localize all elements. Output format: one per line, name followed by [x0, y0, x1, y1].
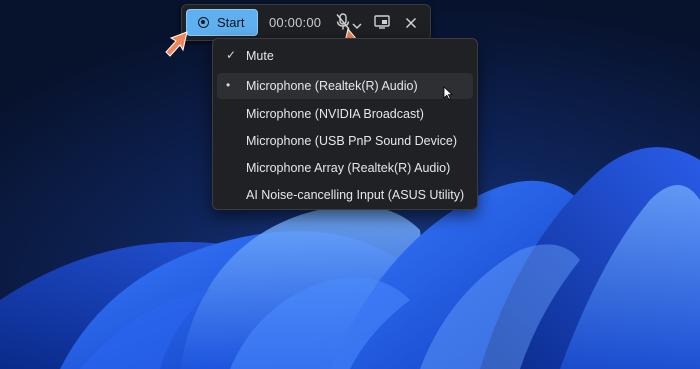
menu-item-microphone[interactable]: Microphone (USB PnP Sound Device): [217, 128, 473, 154]
menu-item-mute[interactable]: ✓ Mute: [217, 43, 473, 69]
recording-timer: 00:00:00: [269, 15, 322, 30]
menu-item-microphone[interactable]: AI Noise-cancelling Input (ASUS Utility): [217, 182, 473, 208]
selected-dot-icon: •: [226, 78, 231, 92]
menu-item-label: Microphone (Realtek(R) Audio): [246, 79, 418, 93]
start-recording-button[interactable]: Start: [186, 9, 258, 36]
snipping-toolbar: Start 00:00:00: [181, 4, 431, 41]
menu-item-microphone[interactable]: • Microphone (Realtek(R) Audio): [217, 73, 473, 99]
start-label: Start: [217, 15, 245, 30]
record-icon: [198, 17, 209, 28]
mouse-cursor-icon: [443, 86, 454, 105]
checkmark-icon: ✓: [226, 48, 237, 62]
menu-item-label: Microphone (USB PnP Sound Device): [246, 134, 457, 148]
menu-item-label: Microphone Array (Realtek(R) Audio): [246, 161, 451, 175]
menu-item-label: Microphone (NVIDIA Broadcast): [246, 107, 424, 121]
menu-item-microphone[interactable]: Microphone Array (Realtek(R) Audio): [217, 155, 473, 181]
close-icon[interactable]: [405, 16, 417, 34]
audio-input-menu: ✓ Mute • Microphone (Realtek(R) Audio) M…: [212, 38, 478, 210]
menu-item-microphone[interactable]: Microphone (NVIDIA Broadcast): [217, 101, 473, 127]
annotation-arrow-icon: [161, 28, 193, 65]
screen-icon[interactable]: [374, 15, 390, 34]
menu-item-label: AI Noise-cancelling Input (ASUS Utility): [246, 188, 465, 202]
menu-item-label: Mute: [246, 49, 274, 63]
